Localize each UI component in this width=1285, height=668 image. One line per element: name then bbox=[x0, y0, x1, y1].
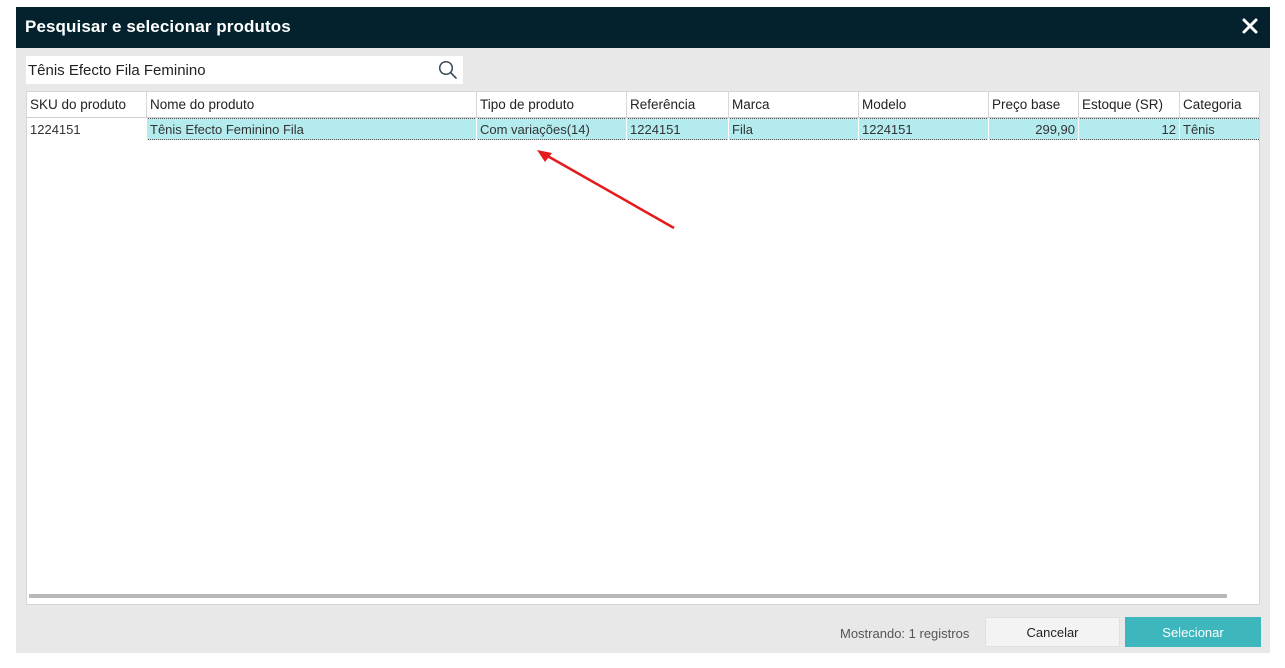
cell-stock: 12 bbox=[1079, 118, 1180, 140]
column-header-sku[interactable]: SKU do produto bbox=[27, 92, 147, 117]
cell-category: Tênis bbox=[1183, 121, 1215, 137]
cancel-button[interactable]: Cancelar bbox=[985, 617, 1120, 647]
select-button[interactable]: Selecionar bbox=[1125, 617, 1261, 647]
cell-name: Tênis Efecto Feminino Fila bbox=[147, 118, 477, 140]
dialog-titlebar: Pesquisar e selecionar produtos bbox=[16, 7, 1270, 48]
horizontal-scrollbar[interactable] bbox=[29, 594, 1227, 598]
column-header-reference[interactable]: Referência bbox=[627, 92, 729, 117]
search-icon[interactable] bbox=[438, 60, 458, 80]
table-row[interactable]: 1224151 Tênis Efecto Feminino Fila Com v… bbox=[27, 118, 1259, 140]
cell-brand: Fila bbox=[729, 118, 859, 140]
column-header-price[interactable]: Preço base bbox=[989, 92, 1079, 117]
cell-type: Com variações(14) bbox=[477, 118, 627, 140]
column-header-name[interactable]: Nome do produto bbox=[147, 92, 477, 117]
cell-reference: 1224151 bbox=[627, 118, 729, 140]
cell-price: 299,90 bbox=[989, 118, 1079, 140]
column-header-brand[interactable]: Marca bbox=[729, 92, 859, 117]
cell-model: 1224151 bbox=[859, 118, 989, 140]
records-count: Mostrando: 1 registros bbox=[840, 626, 970, 641]
column-header-stock[interactable]: Estoque (SR) bbox=[1079, 92, 1180, 117]
dialog-title: Pesquisar e selecionar produtos bbox=[25, 17, 291, 36]
table-header: SKU do produto Nome do produto Tipo de p… bbox=[27, 92, 1259, 118]
product-search-dialog: Pesquisar e selecionar produtos SKU do p… bbox=[16, 7, 1270, 653]
annotation-arrow bbox=[537, 150, 675, 230]
column-header-type[interactable]: Tipo de produto bbox=[477, 92, 627, 117]
search-input[interactable] bbox=[26, 56, 433, 84]
column-header-model[interactable]: Modelo bbox=[859, 92, 989, 117]
search-box bbox=[26, 56, 463, 84]
cell-sku: 1224151 bbox=[27, 118, 147, 140]
column-header-category[interactable]: Categoria bbox=[1180, 92, 1259, 117]
close-icon[interactable] bbox=[1240, 15, 1260, 37]
